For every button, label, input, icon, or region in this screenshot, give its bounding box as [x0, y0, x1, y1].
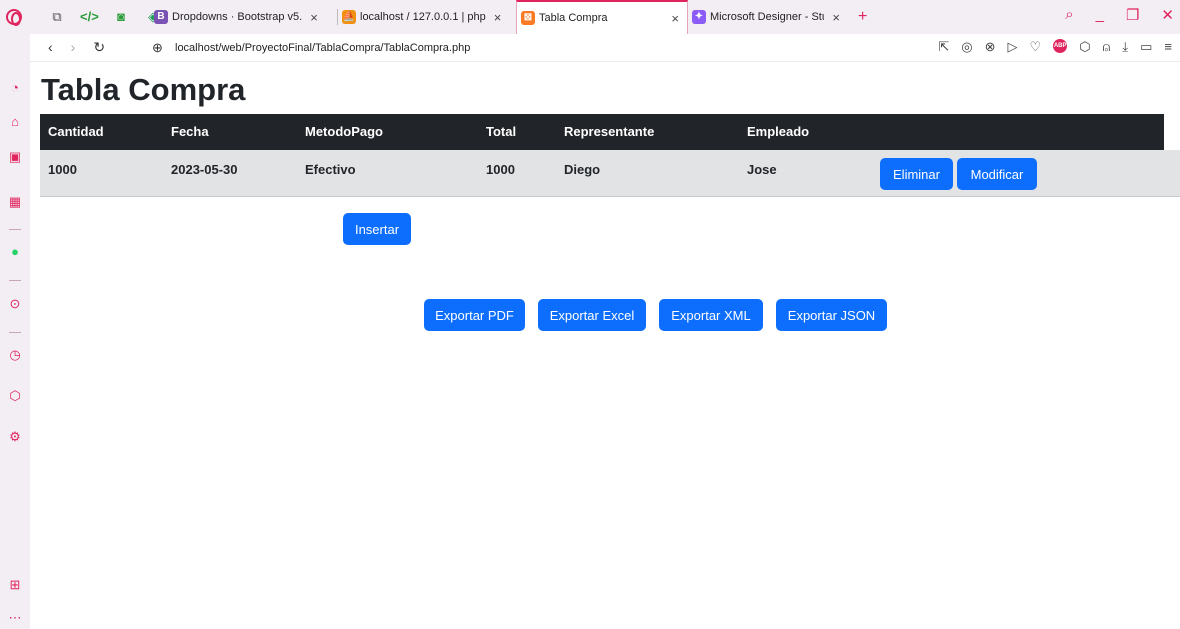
heart-icon[interactable]: ♡ — [1030, 39, 1042, 55]
close-icon[interactable]: × — [832, 10, 840, 25]
cell-total: 1000 — [486, 162, 515, 177]
back-icon[interactable]: ‹ — [48, 39, 53, 56]
minimize-icon[interactable]: _ — [1096, 6, 1104, 24]
designer-icon: ✦ — [692, 10, 706, 24]
edit-button[interactable]: Modificar — [957, 158, 1037, 190]
address-bar: ‹ › ↻ ⊕ localhost/web/ProyectoFinal/Tabl… — [30, 34, 1180, 62]
export-json-button[interactable]: Exportar JSON — [776, 299, 887, 331]
column-header-empleado: Empleado — [747, 124, 810, 139]
tab-title: localhost / 127.0.0.1 | php — [360, 11, 486, 23]
pinned-tabs: ⧉ </> ◙ ◈ — [48, 8, 162, 26]
page-title: Tabla Compra — [41, 72, 246, 107]
history-icon[interactable]: ◷ — [7, 347, 23, 363]
sidebar-divider — [9, 280, 21, 281]
xampp-icon: ⊠ — [521, 11, 535, 25]
export-pdf-button[interactable]: Exportar PDF — [424, 299, 525, 331]
delete-button[interactable]: Eliminar — [880, 158, 953, 190]
speed-dial-icon[interactable]: ◔ — [7, 80, 23, 96]
tab-title: Microsoft Designer - Stunn — [710, 11, 824, 23]
table-header: Cantidad Fecha MetodoPago Total Represen… — [40, 114, 1164, 150]
column-header-metodopago: MetodoPago — [305, 124, 383, 139]
gallery-icon[interactable]: ⊞ — [7, 577, 23, 593]
bootstrap-icon: B — [154, 10, 168, 24]
cell-fecha: 2023-05-30 — [171, 162, 238, 177]
tab-phpmyadmin[interactable]: ⛵ localhost / 127.0.0.1 | php × — [337, 0, 516, 34]
column-header-total: Total — [486, 124, 517, 139]
close-icon[interactable]: × — [671, 11, 679, 26]
extension-icons: ⇱ ◎ ⊗ ▷ ♡ ABP ⬡ ⍝ ⤓ ▭ ≡ — [938, 39, 1172, 55]
browser-sidebar: ◔ ⌂ ▣ ▦ ● ⊙ ◷ ⬡ ⚙ ⊞ ⋯ — [0, 34, 30, 629]
tab-tabla-compra[interactable]: ⊠ Tabla Compra × — [516, 0, 688, 34]
tab-title: Tabla Compra — [539, 12, 608, 24]
column-header-cantidad: Cantidad — [48, 124, 104, 139]
cube-icon[interactable]: ⬡ — [7, 388, 23, 404]
window-controls: ⌕ _ ❐ ✕ — [1065, 6, 1174, 24]
pinned-tab-icon[interactable]: ⧉ — [48, 8, 66, 26]
close-icon[interactable]: × — [310, 10, 318, 25]
export-xml-button[interactable]: Exportar XML — [659, 299, 763, 331]
camera-icon[interactable]: ◎ — [961, 39, 972, 55]
column-header-fecha: Fecha — [171, 124, 209, 139]
settings-icon[interactable]: ⚙ — [7, 429, 23, 445]
cell-empleado: Jose — [747, 162, 777, 177]
new-tab-button[interactable]: + — [848, 0, 877, 34]
tab-bootstrap[interactable]: B Dropdowns · Bootstrap v5. × — [150, 0, 338, 34]
player-icon[interactable]: ⊙ — [7, 296, 23, 312]
shopping-icon[interactable]: ⌂ — [7, 114, 23, 130]
page-content: Tabla Compra Cantidad Fecha MetodoPago T… — [30, 62, 1180, 629]
cell-cantidad: 1000 — [48, 162, 77, 177]
extensions-icon[interactable]: ▦ — [7, 194, 23, 210]
close-icon[interactable]: × — [494, 10, 502, 25]
export-excel-button[interactable]: Exportar Excel — [538, 299, 646, 331]
block-icon[interactable]: ⊗ — [985, 39, 996, 55]
phpmyadmin-icon: ⛵ — [342, 10, 356, 24]
search-tabs-icon[interactable]: ⌕ — [1065, 6, 1073, 24]
profile-icon[interactable]: ⍝ — [1103, 39, 1111, 55]
opera-logo-icon[interactable] — [6, 9, 22, 26]
reload-icon[interactable]: ↻ — [93, 39, 105, 56]
download-icon[interactable]: ⤓ — [1122, 39, 1128, 55]
menu-icon[interactable]: ≡ — [1164, 39, 1172, 55]
navigation-buttons: ‹ › ↻ — [48, 39, 105, 56]
share-icon[interactable]: ⇱ — [938, 39, 949, 55]
pinned-tab-icon[interactable]: ◙ — [112, 8, 130, 26]
forward-icon[interactable]: › — [71, 39, 76, 56]
browser-tab-bar: ⧉ </> ◙ ◈ B Dropdowns · Bootstrap v5. × … — [0, 0, 1180, 34]
maximize-icon[interactable]: ❐ — [1126, 6, 1139, 24]
site-info-icon[interactable]: ⊕ — [152, 40, 163, 56]
battery-icon[interactable]: ▭ — [1140, 39, 1152, 55]
column-header-representante: Representante — [564, 124, 655, 139]
insert-button[interactable]: Insertar — [343, 213, 411, 245]
sidebar-divider — [9, 332, 21, 333]
tab-title: Dropdowns · Bootstrap v5. — [172, 11, 303, 23]
sidebar-divider — [9, 229, 21, 230]
send-icon[interactable]: ▷ — [1008, 39, 1018, 55]
tab-strip: B Dropdowns · Bootstrap v5. × ⛵ localhos… — [150, 0, 877, 34]
cube-icon[interactable]: ⬡ — [1079, 39, 1090, 55]
more-icon[interactable]: ⋯ — [7, 610, 23, 626]
compra-table: Cantidad Fecha MetodoPago Total Represen… — [40, 114, 1180, 197]
twitch-icon[interactable]: ▣ — [7, 149, 23, 165]
table-row: 1000 2023-05-30 Efectivo 1000 Diego Jose… — [40, 150, 1180, 197]
url-field[interactable]: localhost/web/ProyectoFinal/TablaCompra/… — [175, 42, 470, 54]
cell-metodopago: Efectivo — [305, 162, 356, 177]
close-window-icon[interactable]: ✕ — [1161, 6, 1174, 24]
cell-representante: Diego — [564, 162, 601, 177]
tab-microsoft-designer[interactable]: ✦ Microsoft Designer - Stunn × — [688, 0, 848, 34]
dev-tools-icon[interactable]: </> — [80, 8, 99, 26]
adblock-icon[interactable]: ABP — [1053, 39, 1068, 53]
whatsapp-icon[interactable]: ● — [7, 244, 23, 260]
